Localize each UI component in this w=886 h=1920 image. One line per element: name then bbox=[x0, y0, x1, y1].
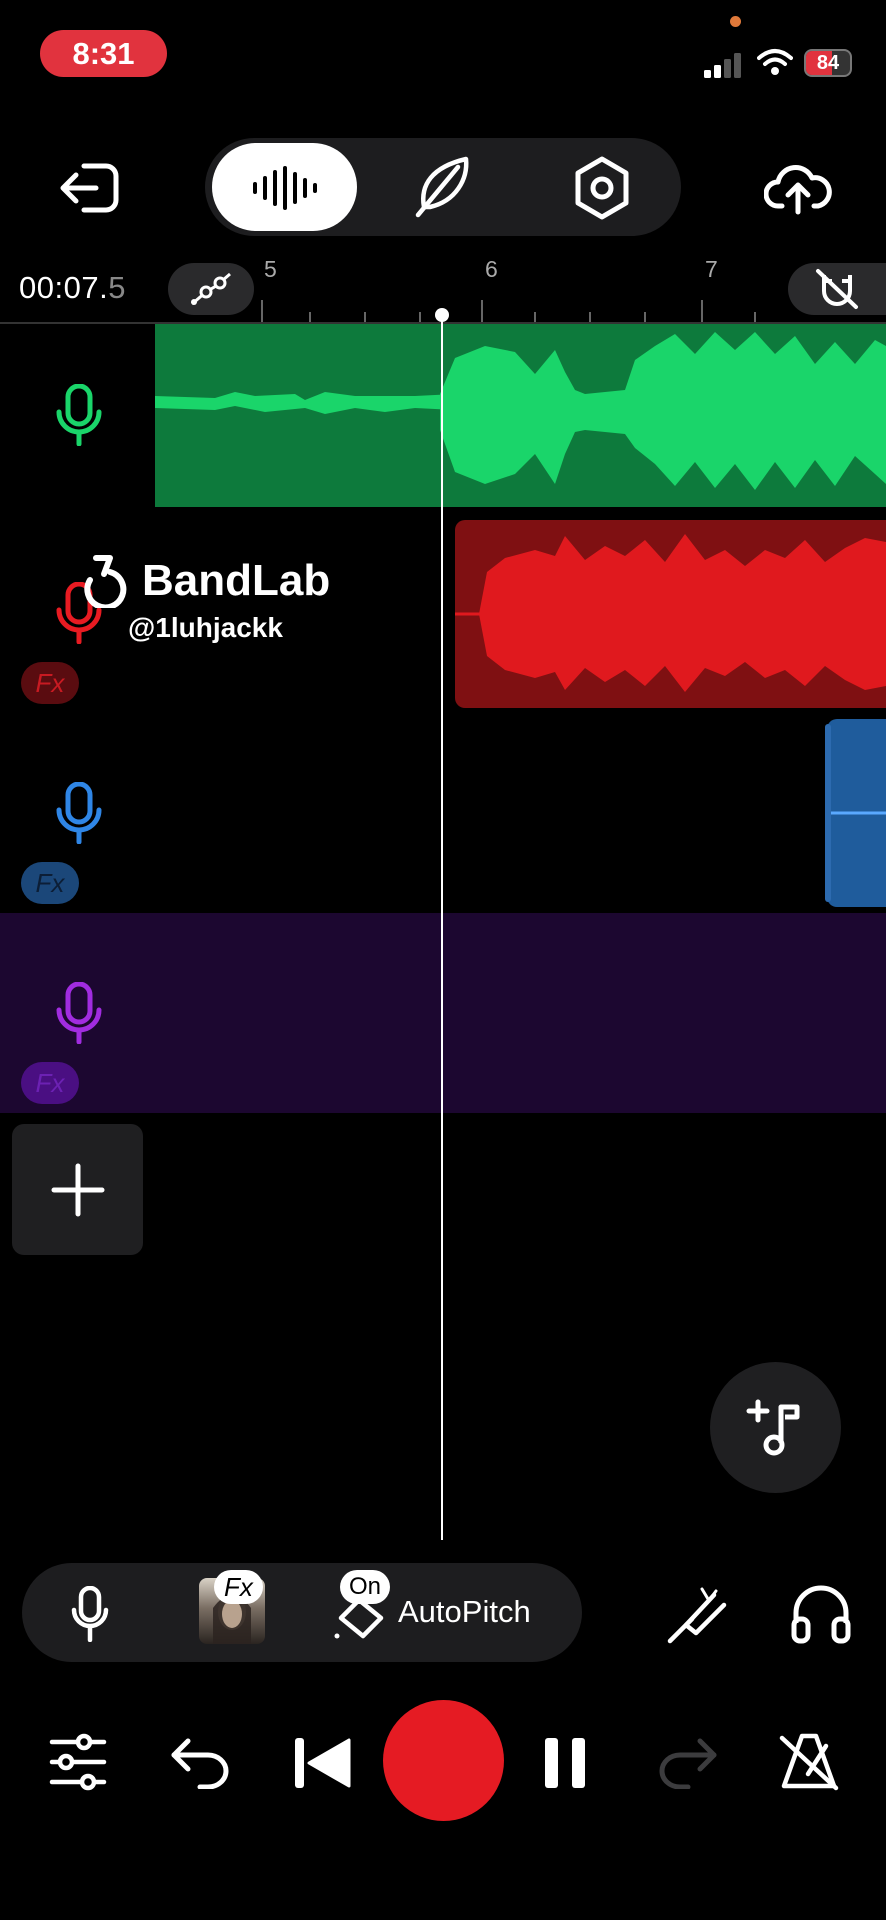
add-track-button[interactable] bbox=[12, 1124, 143, 1255]
skip-to-start-icon[interactable] bbox=[293, 1736, 353, 1790]
track-1-waveform bbox=[155, 332, 886, 490]
track-4-mic-icon[interactable] bbox=[54, 982, 104, 1044]
track-3-mic-icon[interactable] bbox=[54, 782, 104, 844]
track-3-clip-trim-handle[interactable] bbox=[825, 724, 831, 902]
metronome-off-icon[interactable] bbox=[778, 1730, 840, 1792]
plus-icon bbox=[51, 1163, 104, 1216]
waveform-icon bbox=[251, 166, 319, 210]
headphones-icon[interactable] bbox=[790, 1583, 852, 1645]
add-instrument-button[interactable] bbox=[710, 1362, 841, 1493]
track-2-fx-badge[interactable]: Fx bbox=[21, 662, 79, 704]
status-time: 8:31 bbox=[40, 30, 167, 77]
cloud-upload-icon[interactable] bbox=[764, 160, 832, 216]
track-4-fx-badge[interactable]: Fx bbox=[21, 1062, 79, 1104]
autopitch-label[interactable]: AutoPitch bbox=[398, 1594, 531, 1630]
add-music-note-icon bbox=[746, 1399, 799, 1455]
watermark-handle: @1luhjackk bbox=[128, 612, 283, 643]
track-2-waveform bbox=[455, 534, 886, 692]
battery-level: 84 bbox=[816, 51, 840, 74]
settings-hex-icon[interactable] bbox=[570, 155, 634, 221]
track-3-fx-badge[interactable]: Fx bbox=[21, 862, 79, 904]
track-1-mic-icon[interactable] bbox=[54, 384, 104, 446]
track-3-clip[interactable] bbox=[827, 719, 886, 907]
ruler-tick-7: 7 bbox=[705, 256, 718, 282]
undo-icon[interactable] bbox=[170, 1735, 232, 1789]
record-button[interactable] bbox=[383, 1700, 504, 1821]
track-3-waveform bbox=[827, 811, 886, 815]
autopitch-on-chip[interactable]: On bbox=[340, 1570, 391, 1604]
ruler-tick-5: 5 bbox=[264, 256, 277, 282]
snap-toggle-button[interactable] bbox=[788, 263, 886, 315]
ruler-tick-6: 6 bbox=[485, 256, 498, 282]
battery-icon: 84 bbox=[804, 49, 852, 77]
snap-off-icon bbox=[816, 269, 858, 309]
notification-dot bbox=[730, 16, 741, 27]
feather-icon[interactable] bbox=[410, 155, 474, 221]
record-source-mic-icon[interactable] bbox=[70, 1586, 110, 1642]
pause-icon[interactable] bbox=[545, 1738, 585, 1788]
tuning-fork-icon[interactable] bbox=[666, 1585, 730, 1645]
playhead[interactable] bbox=[441, 315, 443, 1540]
track-1-clip[interactable] bbox=[155, 324, 886, 507]
fx-chip[interactable]: Fx bbox=[214, 1570, 263, 1604]
track-2-clip[interactable] bbox=[455, 520, 886, 708]
wifi-icon bbox=[757, 48, 793, 78]
exit-icon[interactable] bbox=[58, 160, 122, 216]
redo-icon[interactable] bbox=[656, 1735, 718, 1789]
mixer-icon[interactable] bbox=[48, 1732, 108, 1792]
cellular-signal-icon bbox=[704, 52, 744, 78]
track-4-lane[interactable] bbox=[0, 913, 886, 1113]
bandlab-logo-icon bbox=[80, 552, 134, 608]
watermark-brand: BandLab bbox=[142, 556, 331, 605]
playhead-handle[interactable] bbox=[435, 308, 449, 322]
